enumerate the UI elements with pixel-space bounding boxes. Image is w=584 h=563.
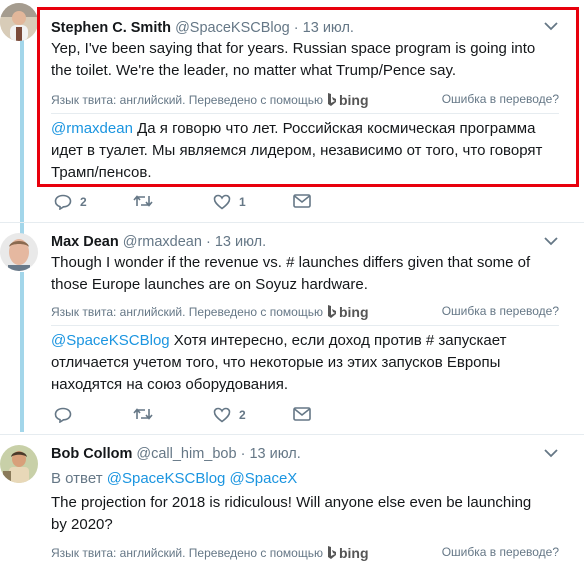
like-button[interactable]: 1 [213,194,246,210]
author-name[interactable]: Max Dean [51,234,119,250]
timestamp[interactable]: 13 июл. [215,234,266,250]
direct-message-button[interactable] [293,194,311,208]
mention-link[interactable]: @SpaceKSCBlog [51,332,170,349]
chevron-down-icon[interactable] [544,233,558,251]
author-name[interactable]: Bob Collom [51,446,132,462]
tweet: Max Dean @rmaxdean · 13 июл. Though I wo… [0,223,584,434]
bing-logo[interactable]: bing [327,304,369,320]
avatar[interactable] [0,233,38,271]
translation-meta: Язык твита: английский. Переведено с пом… [51,545,559,563]
author-handle[interactable]: @rmaxdean [123,234,202,250]
tweet-actions: 2 [51,407,351,427]
envelope-icon [293,194,311,208]
separator-dot: · [205,234,211,250]
retweet-button[interactable] [133,407,153,421]
heart-icon [213,194,231,210]
direct-message-button[interactable] [293,407,311,421]
bing-label: bing [338,545,369,561]
translation-meta: Язык твита: английский. Переведено с пом… [51,304,559,322]
avatar[interactable] [0,445,38,483]
timestamp[interactable]: 13 июл. [249,446,300,462]
chevron-down-icon[interactable] [544,445,558,463]
reply-count: 2 [80,195,87,209]
like-count: 2 [239,408,246,422]
reply-to-link[interactable]: @SpaceKSCBlog [107,470,226,487]
reply-button[interactable]: 2 [54,194,87,210]
reply-prefix: В ответ [51,470,103,487]
bing-logo[interactable]: bing [327,545,369,561]
reply-to-link[interactable]: @SpaceX [230,470,298,487]
bing-label: bing [338,304,369,320]
author-handle[interactable]: @call_him_bob [136,446,236,462]
divider [51,325,559,326]
tweet-actions: 2 1 [51,194,351,214]
translation-error-link[interactable]: Ошибка в переводе? [442,304,559,318]
separator-dot: · [240,446,246,462]
envelope-icon [293,407,311,421]
tweet-text: Though I wonder if the revenue vs. # lau… [51,254,531,293]
retweet-button[interactable] [133,194,153,208]
translation-error-link[interactable]: Ошибка в переводе? [442,545,559,559]
avatar[interactable] [0,3,38,41]
bing-icon [327,546,336,559]
tweet-text: The projection for 2018 is ridiculous! W… [51,494,532,533]
bing-icon [327,305,336,318]
retweet-icon [133,195,153,207]
language-label: Язык твита: английский. Переведено с пом… [51,305,323,319]
reply-context: В ответ @SpaceKSCBlog @SpaceX [51,468,541,490]
retweet-icon [133,408,153,420]
heart-icon [213,407,231,423]
like-count: 1 [239,195,246,209]
reply-icon [54,194,72,210]
tweet-header: Max Dean @rmaxdean · 13 июл. [51,233,266,251]
language-label: Язык твита: английский. Переведено с пом… [51,546,323,560]
reply-icon [54,407,72,423]
like-button[interactable]: 2 [213,407,246,423]
tweet-header: Bob Collom @call_him_bob · 13 июл. [51,445,301,463]
tweet: Bob Collom @call_him_bob · 13 июл. В отв… [0,435,584,561]
translated-text: @SpaceKSCBlog Хотя интересно, если доход… [51,330,556,396]
highlight-box [37,7,579,187]
reply-button[interactable] [54,407,72,423]
